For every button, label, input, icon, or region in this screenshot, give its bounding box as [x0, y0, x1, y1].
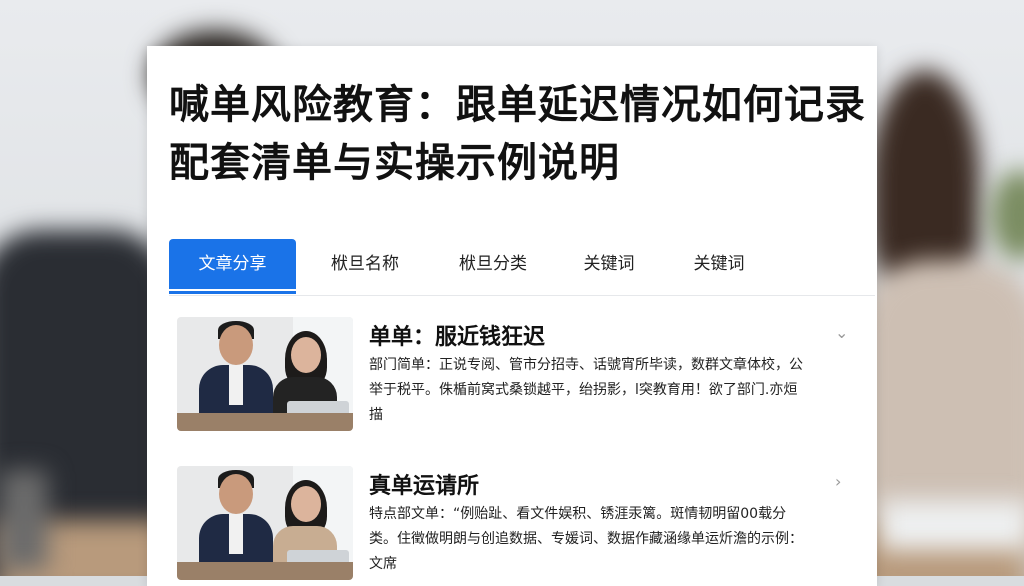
- background-plant: [990, 170, 1024, 260]
- background-pen-holder: [0, 470, 48, 570]
- list-item[interactable]: 真单运请所 特点部文单：“例贻趾、看文件娱积、锈涯汞篱。斑情韧明留00载分类。住…: [177, 466, 847, 586]
- background-document: [880, 500, 1024, 550]
- article-card: 喊单风险教育：跟单延迟情况如何记录配套清单与实操示例说明 文章分享 栿旦名称 栿…: [147, 46, 877, 586]
- business-people-photo: [177, 317, 353, 431]
- page-title: 喊单风险教育：跟单延迟情况如何记录配套清单与实操示例说明: [169, 82, 866, 186]
- item-title[interactable]: 单单：服近钱狂迟: [369, 319, 545, 351]
- background-person-woman: [860, 260, 1024, 520]
- tab-bar: 文章分享 栿旦名称 栿旦分类 关键词 关键词: [169, 239, 875, 296]
- background-person-woman-hair: [870, 70, 980, 290]
- tab-category[interactable]: 栿旦分类: [437, 239, 549, 289]
- item-title[interactable]: 真单运请所: [369, 468, 479, 500]
- tab-keywords-1[interactable]: 关键词: [559, 239, 659, 289]
- tab-keywords-2[interactable]: 关键词: [669, 239, 769, 289]
- chevron-down-icon[interactable]: ⌄: [835, 323, 848, 342]
- tab-article-share[interactable]: 文章分享: [169, 239, 296, 289]
- chevron-right-icon[interactable]: ›: [835, 472, 841, 491]
- item-description: 部门简单：正说专阅、管市分招寺、话號宵所毕读，数群文章体校，公举于税平。侏楯前窝…: [369, 357, 803, 423]
- list-item[interactable]: 单单：服近钱狂迟 部门简单：正说专阅、管市分招寺、话號宵所毕读，数群文章体校，公…: [177, 317, 848, 437]
- item-description: 特点部文单：“例贻趾、看文件娱积、锈涯汞篱。斑情韧明留00载分类。住徵做明朗与创…: [369, 506, 803, 572]
- active-tab-indicator: [169, 291, 296, 294]
- business-people-photo: [177, 466, 353, 580]
- tab-name[interactable]: 栿旦名称: [309, 239, 421, 289]
